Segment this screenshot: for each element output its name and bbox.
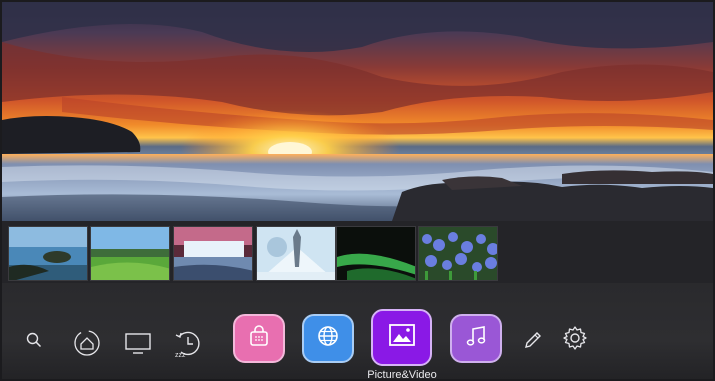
- thumb-snowy-tree[interactable]: [256, 226, 336, 281]
- pencil-icon[interactable]: [520, 327, 546, 353]
- thumb-blue-flowers[interactable]: [418, 226, 498, 281]
- thumb-lake-island[interactable]: [8, 226, 88, 281]
- sleep-timer-badge: zzz: [175, 352, 186, 358]
- browser-app-button[interactable]: [302, 314, 354, 363]
- home-icon[interactable]: [72, 329, 102, 357]
- shopping-bag-icon: [247, 324, 271, 353]
- bottom-dock: zzz Picture&Video: [2, 283, 713, 379]
- hero-image: [2, 2, 713, 221]
- thumb-waterfall[interactable]: [173, 226, 253, 281]
- music-note-icon: [465, 324, 487, 353]
- thumbnail-strip: [2, 221, 713, 283]
- search-icon[interactable]: [24, 330, 44, 350]
- tv-input-icon[interactable]: [124, 331, 152, 357]
- sleep-timer-icon[interactable]: zzz: [172, 327, 204, 359]
- thumb-green-landscape[interactable]: [90, 226, 170, 281]
- image-icon: [388, 324, 415, 351]
- gear-icon[interactable]: [560, 323, 590, 353]
- thumb-green-abstract[interactable]: [336, 226, 416, 281]
- globe-icon: [316, 324, 340, 353]
- music-app-button[interactable]: [450, 314, 502, 363]
- focused-app-caption: Picture&Video: [367, 369, 437, 379]
- picture-video-app-button[interactable]: [371, 309, 432, 366]
- tv-home-screen: zzz Picture&Video: [2, 2, 713, 379]
- store-app-button[interactable]: [233, 314, 285, 363]
